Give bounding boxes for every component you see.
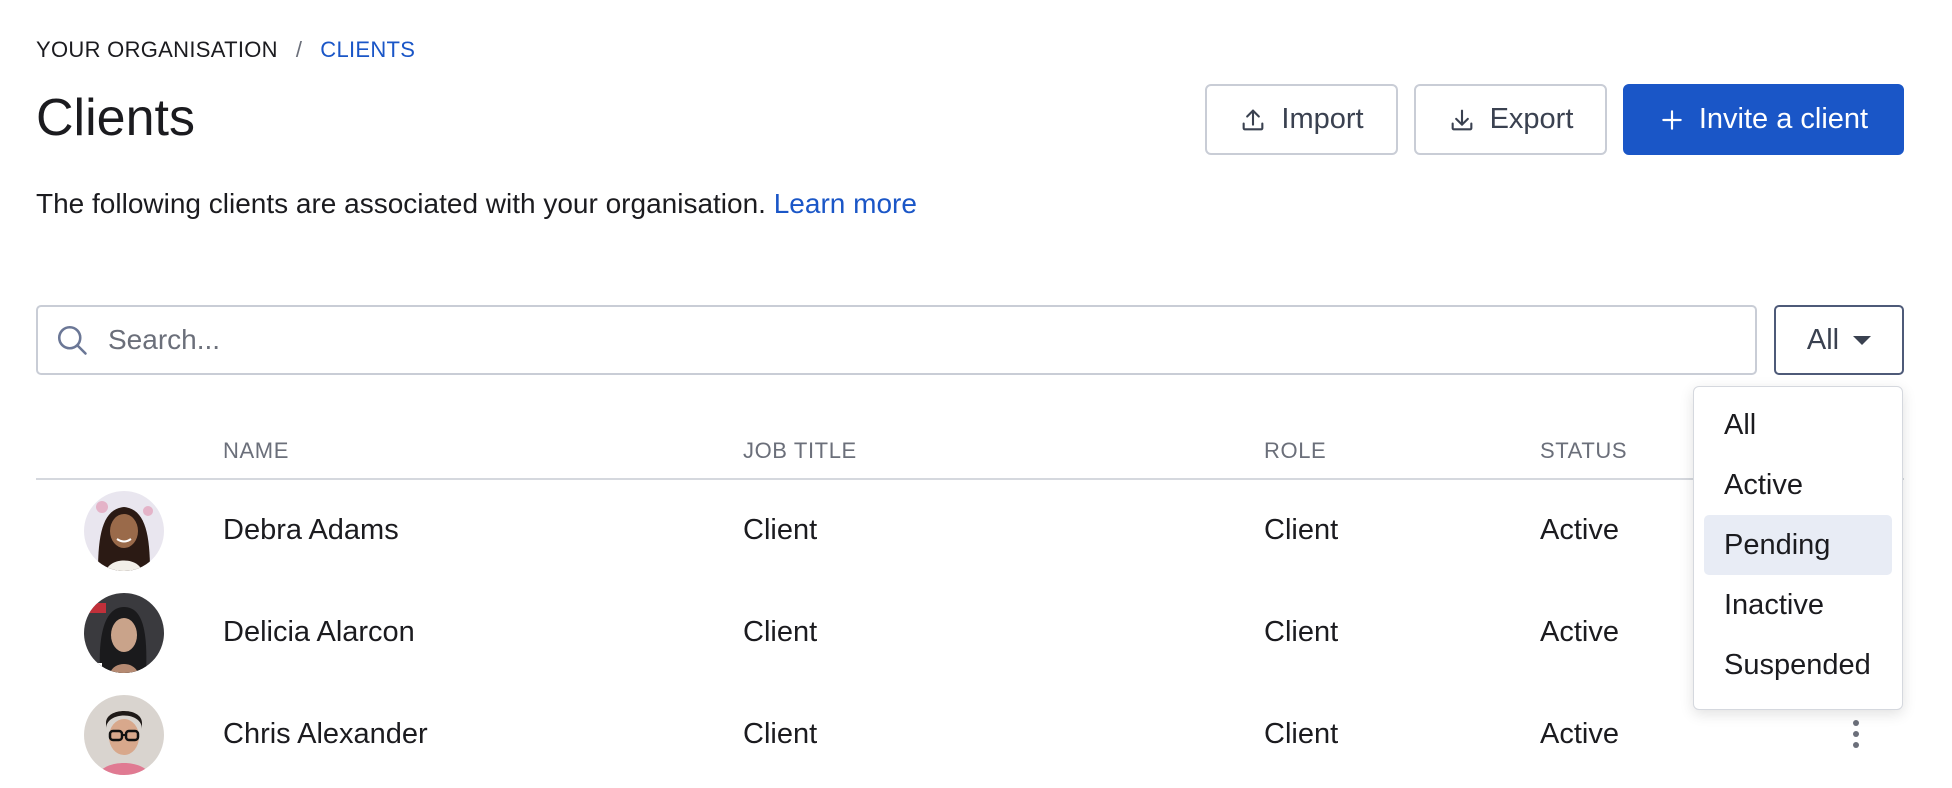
invite-client-button[interactable]: Invite a client [1623,84,1904,155]
upload-icon [1243,109,1264,130]
more-options-icon[interactable] [1841,714,1871,754]
breadcrumb: YOUR ORGANISATION / CLIENTS [36,37,415,63]
breadcrumb-clients[interactable]: CLIENTS [320,37,415,63]
client-status: Active [1540,718,1619,750]
import-button[interactable]: Import [1205,84,1398,155]
table-row[interactable]: Debra Adams Client Client Active [36,480,1904,582]
column-header-job-title[interactable]: JOB TITLE [743,438,857,464]
status-filter-dropdown: All Active Pending Inactive Suspended [1693,386,1903,710]
avatar [84,491,164,571]
client-name[interactable]: Chris Alexander [223,718,428,751]
description-text: The following clients are associated wit… [36,188,766,219]
client-name[interactable]: Delicia Alarcon [223,616,415,649]
filter-option-active[interactable]: Active [1704,455,1892,515]
column-header-role[interactable]: ROLE [1264,438,1326,464]
table-row[interactable]: Chris Alexander Client Client Active [36,684,1904,786]
client-job-title: Client [743,514,818,546]
filter-option-suspended[interactable]: Suspended [1704,635,1892,695]
menu-dot [1853,731,1859,737]
menu-dot [1853,720,1859,726]
filter-option-pending[interactable]: Pending [1704,515,1892,575]
client-job-title: Client [743,616,818,648]
filter-option-all[interactable]: All [1704,395,1892,455]
learn-more-link[interactable]: Learn more [774,188,917,219]
client-role: Client [1264,718,1339,750]
column-header-name[interactable]: NAME [223,438,289,464]
client-name[interactable]: Debra Adams [223,514,399,547]
plus-icon [1662,109,1682,130]
page-description: The following clients are associated wit… [36,188,917,220]
client-status: Active [1540,616,1619,648]
avatar [84,695,164,775]
search-input[interactable] [108,324,1708,356]
filter-selected-value: All [1806,323,1840,356]
avatar-photo-icon [84,491,164,571]
caret-down-icon [1853,335,1872,345]
clients-page: YOUR ORGANISATION / CLIENTS Clients The … [0,0,1952,788]
table-header: NAME JOB TITLE ROLE STATUS [36,430,1904,480]
breadcrumb-separator: / [295,37,303,62]
column-header-status[interactable]: STATUS [1540,438,1627,464]
client-job-title: Client [743,718,818,750]
search-field[interactable] [36,305,1757,375]
menu-dot [1853,742,1859,748]
export-label: Export [1489,103,1574,135]
filter-option-inactive[interactable]: Inactive [1704,575,1892,635]
invite-label: Invite a client [1698,103,1869,135]
import-label: Import [1281,103,1364,135]
export-button[interactable]: Export [1414,84,1607,155]
table-row[interactable]: Delicia Alarcon Client Client Active [36,582,1904,684]
avatar [84,593,164,673]
avatar-photo-icon [84,593,164,673]
client-role: Client [1264,514,1339,546]
search-icon [54,322,90,358]
download-icon [1451,109,1472,130]
avatar-photo-icon [84,695,164,775]
status-filter-select[interactable]: All [1774,305,1904,375]
breadcrumb-organisation[interactable]: YOUR ORGANISATION [36,37,278,63]
client-role: Client [1264,616,1339,648]
page-title: Clients [36,89,195,147]
client-status: Active [1540,514,1619,546]
